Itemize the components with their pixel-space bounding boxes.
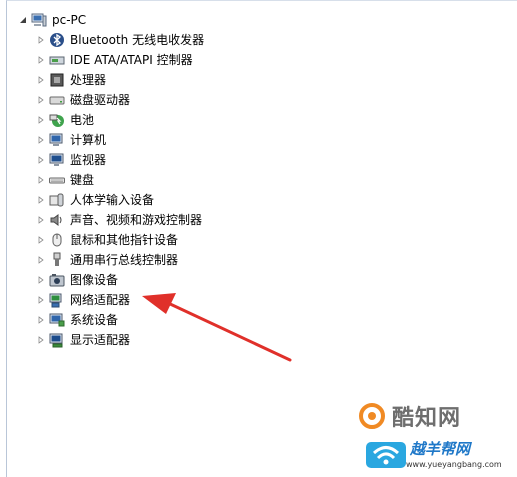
- tree-item-label: 键盘: [70, 173, 95, 187]
- tree-item[interactable]: 人体学输入设备: [36, 190, 154, 210]
- wifi-logo-icon: [366, 442, 406, 468]
- display-adapter-icon: [49, 332, 65, 348]
- expand-icon[interactable]: [36, 115, 46, 125]
- watermark-site-url: www.yueyangbang.com: [406, 460, 502, 469]
- tree-item[interactable]: 监视器: [36, 150, 106, 170]
- tree-item-label: 系统设备: [70, 313, 119, 327]
- expand-icon[interactable]: [36, 35, 46, 45]
- expand-icon[interactable]: [36, 235, 46, 245]
- watermark-text: 酷知网: [392, 406, 462, 431]
- tree-item-label: 电池: [70, 113, 95, 127]
- expand-icon[interactable]: [36, 55, 46, 65]
- tree-root-label: pc-PC: [52, 13, 87, 27]
- tree-item[interactable]: 声音、视频和游戏控制器: [36, 210, 202, 230]
- watermark-logo: 酷知网: [358, 396, 508, 436]
- tree-item-label: 通用串行总线控制器: [70, 253, 179, 267]
- bluetooth-icon: [49, 32, 65, 48]
- tree-item[interactable]: Bluetooth 无线电收发器: [36, 30, 204, 50]
- tree-item-label: IDE ATA/ATAPI 控制器: [70, 53, 193, 67]
- processor-icon: [49, 72, 65, 88]
- tree-item[interactable]: IDE ATA/ATAPI 控制器: [36, 50, 193, 70]
- system-device-icon: [49, 312, 65, 328]
- tree-item-label: 计算机: [70, 133, 107, 147]
- monitor-icon: [49, 152, 65, 168]
- tree-item[interactable]: 鼠标和其他指针设备: [36, 230, 178, 250]
- tree-item[interactable]: 键盘: [36, 170, 94, 190]
- watermark-logo-icon: [359, 403, 385, 429]
- tree-item-label: 监视器: [70, 153, 107, 167]
- keyboard-icon: [49, 172, 65, 188]
- expand-icon[interactable]: [36, 295, 46, 305]
- pc-icon: [31, 12, 47, 28]
- expand-icon[interactable]: [36, 75, 46, 85]
- sound-icon: [49, 212, 65, 228]
- computer-icon: [49, 132, 65, 148]
- tree-item-label: 显示适配器: [70, 333, 131, 347]
- ide-controller-icon: [49, 52, 65, 68]
- tree-item[interactable]: 网络适配器: [36, 290, 130, 310]
- expand-icon[interactable]: [36, 155, 46, 165]
- tree-item-label: 鼠标和其他指针设备: [70, 233, 179, 247]
- expand-icon[interactable]: [36, 135, 46, 145]
- tree-item-label: 磁盘驱动器: [70, 93, 131, 107]
- tree-item[interactable]: 磁盘驱动器: [36, 90, 130, 110]
- tree-item-label: 图像设备: [70, 273, 119, 287]
- tree-item-label: 处理器: [70, 73, 107, 87]
- expand-icon[interactable]: [36, 335, 46, 345]
- expand-icon[interactable]: [36, 215, 46, 225]
- usb-icon: [49, 252, 65, 268]
- tree-item-label: 网络适配器: [70, 293, 131, 307]
- disk-drive-icon: [49, 92, 65, 108]
- watermark-site: 越羊帮网 www.yueyangbang.com: [366, 432, 516, 476]
- expand-icon[interactable]: [36, 175, 46, 185]
- expand-icon[interactable]: [36, 255, 46, 265]
- tree-item[interactable]: 图像设备: [36, 270, 118, 290]
- expand-icon[interactable]: [36, 95, 46, 105]
- tree-item-label: 人体学输入设备: [70, 193, 155, 207]
- camera-icon: [49, 272, 65, 288]
- expand-icon[interactable]: [36, 195, 46, 205]
- tree-item[interactable]: 电池: [36, 110, 94, 130]
- expand-icon[interactable]: [36, 275, 46, 285]
- hid-icon: [49, 192, 65, 208]
- mouse-icon: [49, 232, 65, 248]
- network-adapter-icon: [49, 292, 65, 308]
- tree-item[interactable]: 通用串行总线控制器: [36, 250, 178, 270]
- tree-item-label: 声音、视频和游戏控制器: [70, 213, 203, 227]
- tree-item[interactable]: 系统设备: [36, 310, 118, 330]
- tree-item[interactable]: 处理器: [36, 70, 106, 90]
- tree-item-label: Bluetooth 无线电收发器: [70, 33, 205, 47]
- tree-item[interactable]: 显示适配器: [36, 330, 130, 350]
- collapse-icon[interactable]: [18, 15, 28, 25]
- tree-root-pc[interactable]: pc-PC: [18, 10, 86, 30]
- tree-item[interactable]: 计算机: [36, 130, 106, 150]
- battery-icon: [49, 112, 65, 128]
- watermark-site-title: 越羊帮网: [410, 440, 471, 458]
- expand-icon[interactable]: [36, 315, 46, 325]
